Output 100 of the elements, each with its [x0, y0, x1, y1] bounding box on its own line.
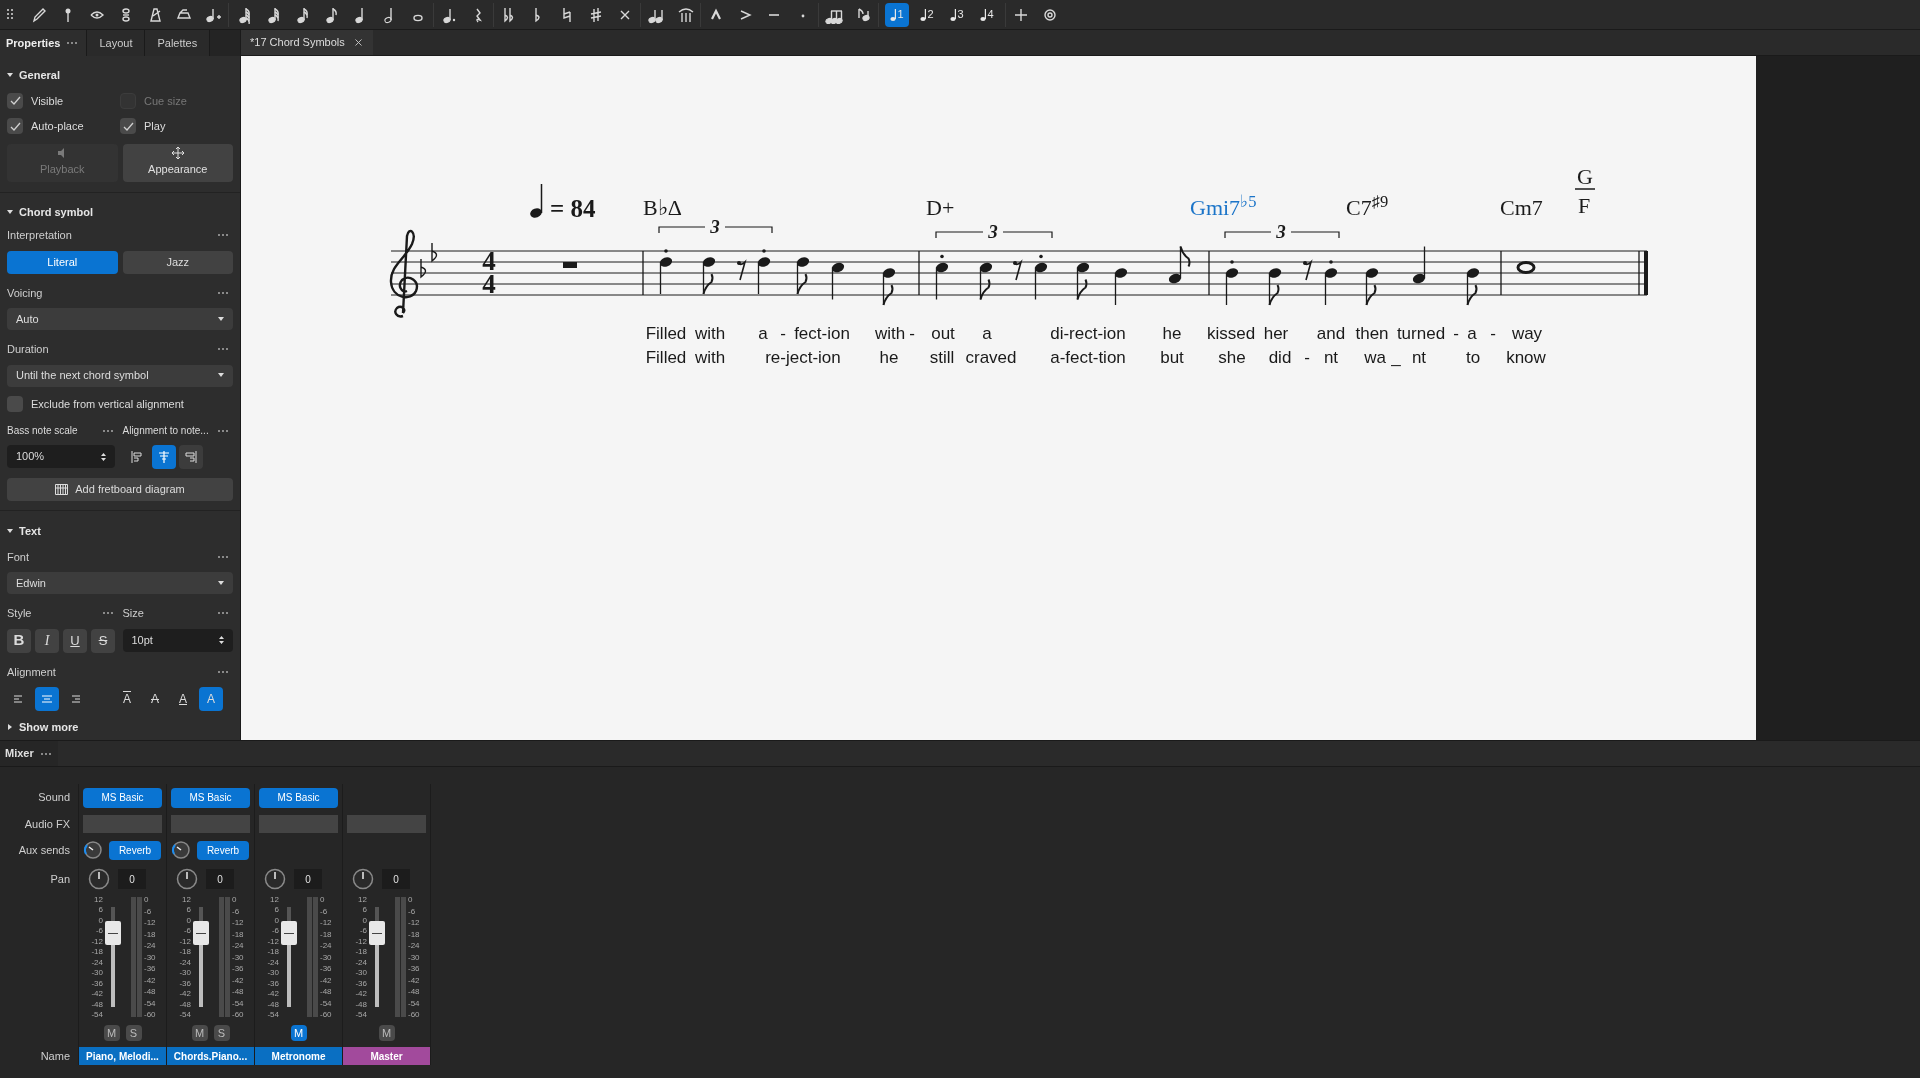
solo-button[interactable]: S: [125, 1025, 142, 1041]
meter-scale-label: -18: [232, 929, 244, 939]
lyric-syllable: nt: [1323, 349, 1339, 366]
chord-symbol[interactable]: Cm7: [1500, 197, 1543, 219]
close-icon[interactable]: [352, 37, 364, 48]
vertical-align-button[interactable]: A: [143, 687, 167, 711]
pan-value[interactable]: 0: [294, 869, 322, 889]
mute-button[interactable]: M: [290, 1025, 307, 1041]
meter-scale-label: -36: [408, 964, 420, 973]
chord-symbol[interactable]: B♭Δ: [643, 197, 682, 219]
fader-scale-label: -36: [354, 978, 367, 988]
slur-icon[interactable]: [676, 5, 694, 24]
spin-arrows-icon[interactable]: [101, 451, 106, 462]
panel-tab[interactable]: Layout: [87, 30, 146, 56]
section-header[interactable]: Show more: [7, 719, 233, 736]
more-options-icon[interactable]: [217, 347, 229, 352]
checkbox[interactable]: [7, 395, 23, 412]
pan-knob[interactable]: [352, 868, 374, 890]
voice-button[interactable]: 4: [975, 2, 999, 27]
interpretation-option[interactable]: Jazz: [122, 250, 233, 274]
fader-scale-label: -6: [270, 926, 279, 936]
section-title: General: [19, 68, 60, 83]
channel-name[interactable]: Metronome: [255, 1047, 342, 1065]
solo-button[interactable]: S: [213, 1025, 230, 1041]
align-button[interactable]: [35, 687, 59, 711]
voice-button[interactable]: 2: [915, 2, 939, 27]
more-options-icon[interactable]: [217, 233, 229, 238]
channel-name[interactable]: Master: [343, 1047, 430, 1065]
add-fretboard-diagram-button[interactable]: Add fretboard diagram: [7, 478, 233, 501]
dropdown[interactable]: Edwin: [7, 572, 233, 594]
caret-icon: [218, 316, 224, 322]
lyric-syllable: and: [1316, 325, 1346, 342]
more-options-icon[interactable]: [217, 611, 229, 616]
reverb-button[interactable]: Reverb: [109, 840, 161, 860]
vertical-align-button[interactable]: A: [115, 687, 139, 711]
sound-button[interactable]: MS Basic: [259, 787, 338, 808]
chord-bass-note[interactable]: F: [1578, 195, 1591, 217]
dropdown[interactable]: Until the next chord symbol: [7, 364, 233, 387]
more-options-icon[interactable]: [101, 611, 114, 616]
panel-tab[interactable]: Properties: [0, 30, 88, 56]
pan-knob[interactable]: [88, 868, 110, 890]
alignment-button[interactable]: [152, 445, 176, 469]
fader-scale-label: 6: [273, 905, 279, 915]
aux-send-knob[interactable]: [83, 840, 103, 860]
text-style-button[interactable]: S: [91, 628, 115, 653]
channel-name[interactable]: Chords.Piano...: [167, 1047, 254, 1065]
more-options-icon[interactable]: [217, 428, 229, 433]
chord-symbol[interactable]: G: [1577, 166, 1593, 188]
dropdown[interactable]: Auto: [7, 308, 233, 330]
mute-button[interactable]: M: [378, 1025, 395, 1041]
spin-field[interactable]: 100%: [7, 445, 115, 468]
pan-knob[interactable]: [176, 868, 198, 890]
pan-value[interactable]: 0: [118, 869, 146, 889]
spin-arrows-icon[interactable]: [219, 635, 224, 645]
section-header[interactable]: Chord symbol: [7, 203, 233, 220]
panel-tab[interactable]: Palettes: [145, 30, 211, 56]
mixer-tab[interactable]: Mixer: [0, 741, 58, 766]
mute-button[interactable]: M: [191, 1025, 208, 1041]
chord-symbol[interactable]: D+: [926, 197, 955, 219]
fader-handle[interactable]: [369, 921, 385, 945]
more-options-icon[interactable]: [217, 554, 229, 559]
text-style-button[interactable]: I: [35, 628, 59, 653]
fader-handle[interactable]: [105, 921, 121, 945]
interpretation-option[interactable]: Literal: [7, 250, 118, 274]
checkbox[interactable]: [7, 92, 23, 109]
lyric-syllable: craved: [965, 349, 1017, 366]
meter-scale-label: -54: [232, 998, 244, 1008]
fader-handle[interactable]: [281, 921, 297, 945]
more-options-icon[interactable]: [217, 669, 229, 674]
document-tab[interactable]: *17 Chord Symbols: [241, 30, 373, 55]
vertical-align-button[interactable]: A: [171, 687, 195, 711]
pan-value[interactable]: 0: [206, 869, 234, 889]
reverb-button[interactable]: Reverb: [197, 840, 249, 860]
sound-button[interactable]: MS Basic: [83, 787, 162, 808]
chord-symbol[interactable]: C7$^{♯9}$: [1346, 197, 1389, 219]
pan-value[interactable]: 0: [382, 869, 410, 889]
checkbox[interactable]: [7, 118, 23, 135]
more-options-icon[interactable]: [217, 290, 229, 295]
voice-button[interactable]: 3: [945, 2, 969, 27]
voice-button[interactable]: 1: [885, 2, 909, 27]
meter-scale-label: -42: [320, 975, 332, 985]
caret-icon: [218, 373, 224, 378]
more-options-icon[interactable]: [101, 428, 114, 433]
more-options-icon[interactable]: [66, 41, 79, 45]
mute-button[interactable]: M: [103, 1025, 120, 1041]
section-header[interactable]: General: [7, 67, 233, 84]
spin-field[interactable]: 10pt: [122, 628, 233, 652]
text-style-button[interactable]: B: [7, 628, 31, 653]
text-style-button[interactable]: U: [63, 628, 87, 653]
appearance-button[interactable]: Appearance: [122, 143, 233, 182]
sound-button[interactable]: MS Basic: [171, 787, 250, 808]
alignment-button[interactable]: [179, 445, 203, 469]
section-header[interactable]: Text: [7, 523, 233, 540]
more-options-icon[interactable]: [39, 751, 52, 756]
pan-knob[interactable]: [264, 868, 286, 890]
aux-send-knob[interactable]: [171, 840, 191, 860]
channel-name[interactable]: Piano, Melodi...: [79, 1047, 166, 1065]
fader-handle[interactable]: [193, 921, 209, 945]
checkbox[interactable]: [120, 118, 136, 135]
row-label: Audio FX: [24, 816, 70, 832]
